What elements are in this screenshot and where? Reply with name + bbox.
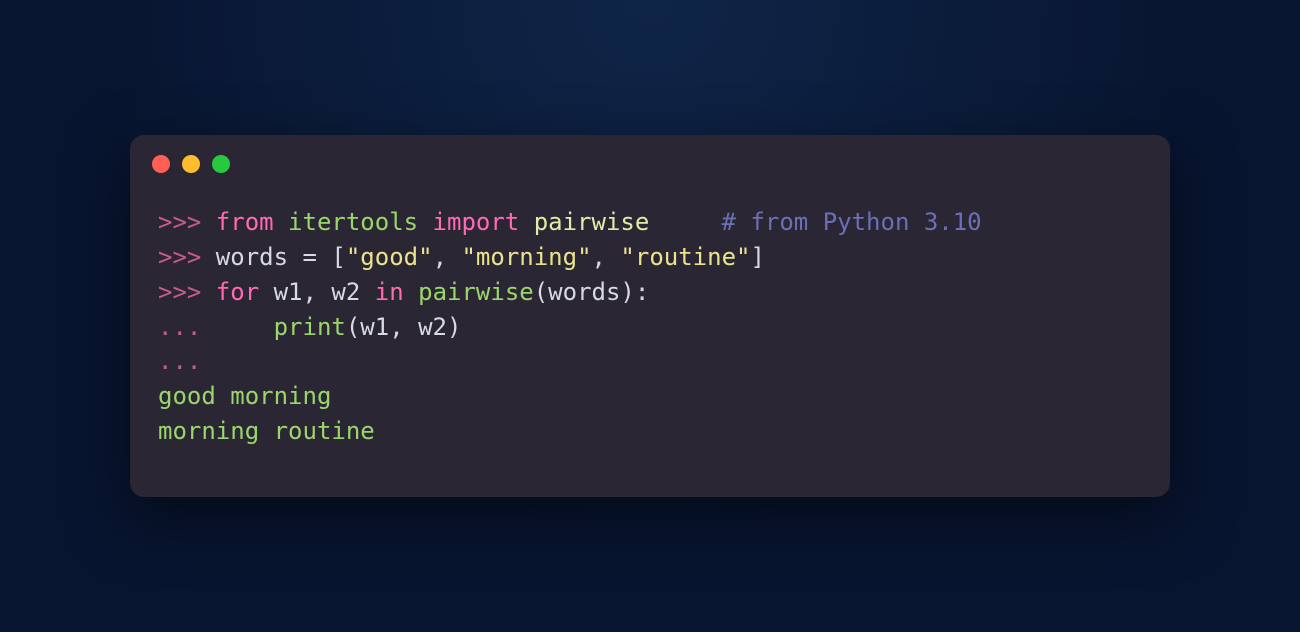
- code-line: good morning: [158, 379, 1142, 414]
- code-token-default: w1: [360, 313, 389, 341]
- code-token-punc: ,: [303, 278, 317, 306]
- close-icon[interactable]: [152, 155, 170, 173]
- code-token-prompt: >>>: [158, 278, 216, 306]
- code-token-punc: ]: [750, 243, 764, 271]
- code-token-punc: (: [346, 313, 360, 341]
- code-token-for: for: [216, 278, 259, 306]
- code-token-punc: =: [303, 243, 317, 271]
- code-token-module: itertools: [288, 208, 418, 236]
- code-line: ... print(w1, w2): [158, 310, 1142, 345]
- code-token-default: words: [216, 243, 303, 271]
- code-token-punc: ):: [620, 278, 649, 306]
- code-token-default: [216, 313, 274, 341]
- code-token-string: "morning": [461, 243, 591, 271]
- code-token-punc: ,: [592, 243, 621, 271]
- code-token-kwimport: import: [433, 208, 520, 236]
- code-token-default: words: [548, 278, 620, 306]
- code-token-prompt: ...: [158, 347, 201, 375]
- code-line: morning routine: [158, 414, 1142, 449]
- code-token-output: morning routine: [158, 417, 375, 445]
- code-token-default: w2: [317, 278, 375, 306]
- code-token-prompt: ...: [158, 313, 216, 341]
- code-token-default: [404, 278, 418, 306]
- code-token-call: pairwise: [418, 278, 534, 306]
- code-token-default: [519, 208, 533, 236]
- code-token-punc: [: [331, 243, 345, 271]
- code-token-comment: # from Python 3.10: [722, 208, 982, 236]
- code-token-punc: ,: [433, 243, 462, 271]
- code-line: >>> from itertools import pairwise # fro…: [158, 205, 1142, 240]
- code-token-default: [317, 243, 331, 271]
- code-token-punc: ,: [389, 313, 403, 341]
- code-token-punc: ): [447, 313, 461, 341]
- code-token-keyword: from: [216, 208, 274, 236]
- code-token-default: w2: [404, 313, 447, 341]
- code-token-prompt: >>>: [158, 243, 216, 271]
- code-token-prompt: >>>: [158, 208, 216, 236]
- code-token-punc: (: [534, 278, 548, 306]
- terminal-window: >>> from itertools import pairwise # fro…: [130, 135, 1170, 497]
- code-token-default: w1: [259, 278, 302, 306]
- code-token-default: [649, 208, 721, 236]
- minimize-icon[interactable]: [182, 155, 200, 173]
- code-block: >>> from itertools import pairwise # fro…: [130, 183, 1170, 497]
- code-line: >>> words = ["good", "morning", "routine…: [158, 240, 1142, 275]
- code-token-default: [418, 208, 432, 236]
- code-line: >>> for w1, w2 in pairwise(words):: [158, 275, 1142, 310]
- titlebar: [130, 135, 1170, 183]
- code-token-name: pairwise: [534, 208, 650, 236]
- code-token-default: [274, 208, 288, 236]
- code-token-string: "routine": [620, 243, 750, 271]
- code-token-call: print: [274, 313, 346, 341]
- maximize-icon[interactable]: [212, 155, 230, 173]
- code-token-string: "good": [346, 243, 433, 271]
- code-line: ...: [158, 344, 1142, 379]
- code-token-output: good morning: [158, 382, 331, 410]
- code-token-in: in: [375, 278, 404, 306]
